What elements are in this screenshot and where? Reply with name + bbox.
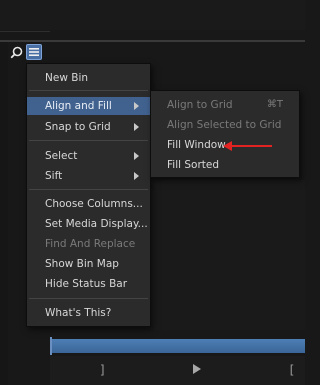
menu-separator — [29, 189, 148, 190]
shortcut-label: ⌘T — [266, 99, 283, 110]
bin-context-menu: New Bin Align and Fill Snap to Grid Sele… — [26, 63, 151, 327]
align-and-fill-submenu: Align to Grid ⌘T Align Selected to Grid F… — [150, 90, 300, 178]
menu-separator — [29, 90, 148, 91]
menu-item-label: Sift — [45, 170, 63, 182]
panel-divider — [0, 31, 50, 32]
annotation-arrow-line — [227, 145, 272, 147]
submenu-item-align-selected-to-grid: Align Selected to Grid — [151, 116, 299, 134]
hamburger-icon — [29, 48, 39, 56]
menu-item-sift[interactable]: Sift — [27, 167, 150, 185]
timeline-bar[interactable] — [50, 339, 305, 353]
menu-item-label: Hide Status Bar — [45, 278, 128, 290]
bin-content-area — [150, 180, 305, 330]
mark-out-button[interactable]: ] — [99, 363, 106, 377]
menu-item-label: What's This? — [45, 307, 112, 319]
submenu-arrow-icon — [134, 172, 139, 180]
menu-item-set-media-display[interactable]: Set Media Display... — [27, 215, 150, 233]
menu-item-label: New Bin — [45, 72, 89, 84]
menu-item-label: Align Selected to Grid — [167, 119, 282, 131]
menu-item-choose-columns[interactable]: Choose Columns... — [27, 195, 150, 213]
menu-item-label: Find And Replace — [45, 238, 136, 250]
play-icon[interactable] — [193, 364, 201, 374]
menu-item-show-bin-map[interactable]: Show Bin Map — [27, 255, 150, 273]
menu-item-label: Fill Sorted — [167, 159, 220, 171]
mark-in-button[interactable]: [ — [288, 363, 295, 377]
menu-item-whats-this[interactable]: What's This? — [27, 304, 150, 322]
menu-item-find-and-replace: Find And Replace — [27, 235, 150, 253]
submenu-arrow-icon — [134, 123, 139, 131]
timeline-start-marker — [50, 337, 56, 355]
menu-item-label: Choose Columns... — [45, 198, 143, 210]
toolbar-divider — [0, 40, 305, 42]
menu-item-label: Align to Grid — [167, 99, 233, 111]
menu-item-new-bin[interactable]: New Bin — [27, 69, 150, 87]
submenu-item-fill-sorted[interactable]: Fill Sorted — [151, 156, 299, 174]
menu-item-label: Snap to Grid — [45, 121, 111, 133]
submenu-item-align-to-grid: Align to Grid ⌘T — [151, 96, 299, 114]
menu-item-hide-status-bar[interactable]: Hide Status Bar — [27, 275, 150, 293]
bin-panel-edge — [0, 42, 8, 385]
menu-item-align-and-fill[interactable]: Align and Fill — [27, 97, 150, 115]
top-panel-background — [0, 0, 305, 30]
menu-item-label: Align and Fill — [45, 100, 112, 112]
transport-controls — [50, 356, 305, 385]
submenu-arrow-icon — [134, 152, 139, 160]
menu-item-label: Set Media Display... — [45, 218, 148, 230]
menu-separator — [29, 298, 148, 299]
bin-menu-button[interactable] — [26, 44, 42, 60]
menu-item-select[interactable]: Select — [27, 147, 150, 165]
submenu-arrow-icon — [134, 102, 139, 110]
menu-separator — [29, 140, 148, 141]
annotation-arrow-icon — [223, 141, 232, 151]
search-button[interactable] — [8, 44, 24, 60]
search-icon — [10, 46, 22, 58]
menu-item-label: Show Bin Map — [45, 258, 119, 270]
menu-item-label: Fill Window — [167, 139, 226, 151]
menu-item-label: Select — [45, 150, 78, 162]
menu-item-snap-to-grid[interactable]: Snap to Grid — [27, 118, 150, 136]
